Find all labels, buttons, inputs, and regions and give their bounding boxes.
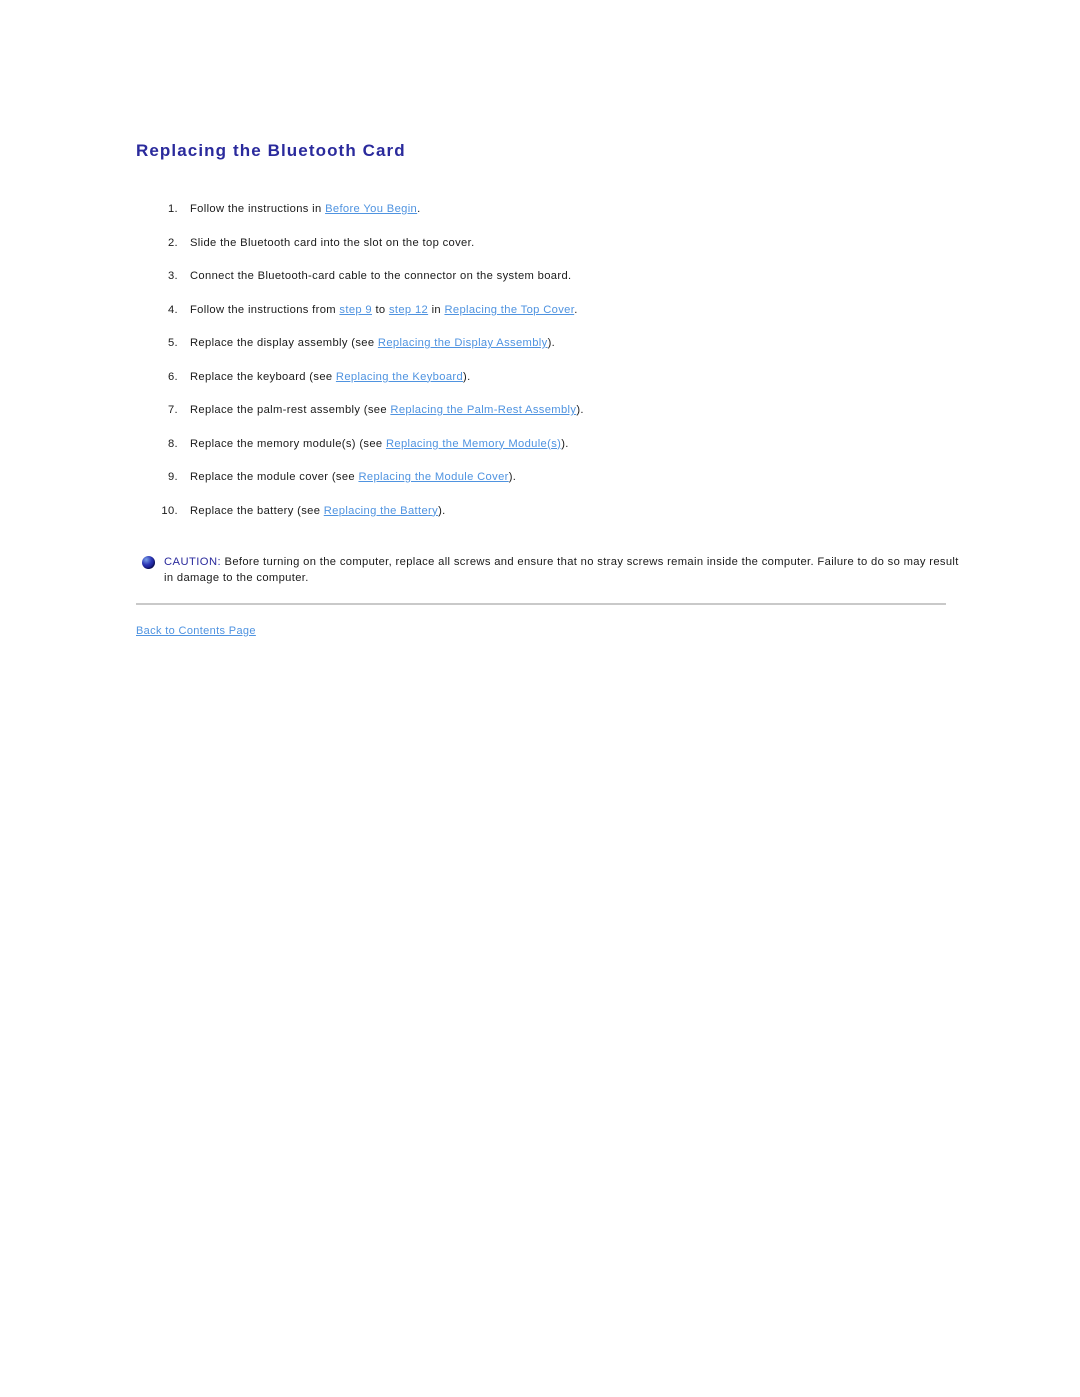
step-text-fragment: Replace the memory module(s) (see [190,437,386,450]
section-divider [136,602,946,605]
step-reference-link[interactable]: Replacing the Keyboard [336,371,463,383]
procedure-step-list: 1. Follow the instructions in Before You … [136,202,946,519]
step-reference-link[interactable]: Replacing the Display Assembly [378,337,548,349]
step-text-fragment: Replace the battery (see [190,504,324,517]
step-text-fragment: Replace the palm-rest assembly (see [190,404,391,416]
step-number: 9. [167,471,178,483]
step-text-fragment: Replace the module cover (see [190,471,359,483]
step-text-fragment: Follow the instructions in [190,203,326,215]
step-text: Replace the module cover (see Replacing … [190,470,946,485]
step-reference-link[interactable]: step 12 [389,304,428,316]
step-number: 5. [167,337,178,349]
step-text-fragment: to [372,303,389,316]
step-text: Replace the display assembly (see Replac… [190,336,946,351]
step-text: Follow the instructions in Before You Be… [190,202,946,217]
document-page: Replacing the Bluetooth Card 1. Follow th… [0,0,1080,1397]
step-text: Replace the palm-rest assembly (see Repl… [190,403,946,418]
procedure-step: 2. Slide the Bluetooth card into the slot… [136,236,946,251]
step-text-fragment: ). [576,404,584,416]
procedure-step: 5. Replace the display assembly (see Repl… [136,336,946,351]
step-text-fragment: ). [561,437,569,450]
step-text-fragment: ). [463,370,471,383]
caution-label: CAUTION: [164,555,222,568]
step-reference-link[interactable]: Replacing the Battery [324,505,438,517]
procedure-step: 10. Replace the battery (see Replacing th… [136,504,946,519]
step-reference-link[interactable]: Replacing the Memory Module(s) [386,438,561,450]
step-text: Replace the battery (see Replacing the B… [190,504,946,519]
page-title: Replacing the Bluetooth Card [136,141,406,160]
step-number: 3. [167,270,178,282]
step-text: Slide the Bluetooth card into the slot o… [190,236,946,251]
caution-note: CAUTION: Before turning on the computer,… [136,554,964,586]
procedure-step: 6. Replace the keyboard (see Replacing th… [136,370,946,385]
step-text: Connect the Bluetooth-card cable to the … [190,269,946,284]
step-number: 7. [167,404,178,416]
step-text: Replace the memory module(s) (see Replac… [190,437,946,452]
step-number: 2. [167,236,178,249]
procedure-step: 4. Follow the instructions from step 9 to… [136,303,946,318]
step-text: Follow the instructions from step 9 to s… [190,303,946,318]
step-reference-link[interactable]: Replacing the Module Cover [358,471,508,483]
document-content: Replacing the Bluetooth Card 1. Follow th… [136,140,958,638]
step-text-fragment: . [574,303,578,316]
step-text-fragment: Follow the instructions from [190,303,340,316]
step-number: 1. [167,203,178,215]
caution-sphere-icon [142,555,155,569]
step-text-fragment: Replace the display assembly (see [190,337,378,349]
step-text-fragment: Replace the keyboard (see [190,370,336,383]
step-text-fragment: . [417,203,421,215]
step-reference-link[interactable]: step 9 [339,304,372,316]
step-number: 4. [167,303,178,316]
procedure-step: 7. Replace the palm-rest assembly (see Re… [136,403,946,418]
procedure-step: 3. Connect the Bluetooth-card cable to th… [136,269,946,284]
procedure-step: 1. Follow the instructions in Before You … [136,202,946,217]
step-text-fragment: ). [508,471,517,483]
caution-text: Before turning on the computer, replace … [164,555,959,584]
step-reference-link[interactable]: Replacing the Top Cover [444,304,574,316]
step-reference-link[interactable]: Before You Begin [325,203,417,215]
step-text-fragment: ). [547,337,556,349]
step-number: 8. [167,437,178,450]
step-number: 6. [167,370,178,383]
back-to-contents-link[interactable]: Back to Contents Page [136,625,256,637]
procedure-step: 9. Replace the module cover (see Replacin… [136,470,946,485]
step-number: 10. [161,504,178,517]
step-text-fragment: Slide the Bluetooth card into the slot o… [190,236,475,249]
step-reference-link[interactable]: Replacing the Palm-Rest Assembly [390,404,576,416]
step-text-fragment: ). [438,504,446,517]
procedure-step: 8. Replace the memory module(s) (see Repl… [136,437,946,452]
footer: Back to Contents Page [136,624,946,638]
step-text-fragment: Connect the Bluetooth-card cable to the … [190,270,572,282]
step-text-fragment: in [428,303,445,316]
step-text: Replace the keyboard (see Replacing the … [190,370,946,385]
